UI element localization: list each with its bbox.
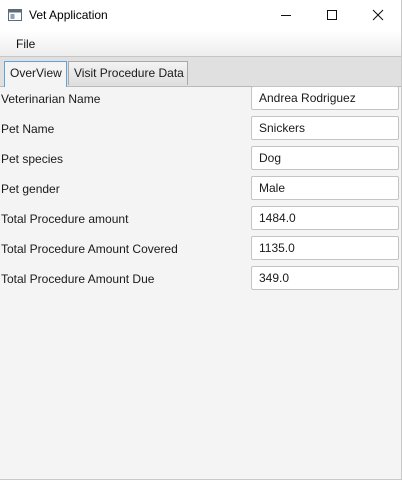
minimize-button[interactable] [263,0,309,31]
pet-species-field[interactable] [251,146,399,170]
close-icon [372,9,384,21]
pet-gender-label: Pet gender [1,182,60,196]
veterinarian-name-label: Veterinarian Name [1,92,101,106]
app-window-icon [8,9,22,21]
maximize-icon [327,10,337,20]
pet-gender-field[interactable] [251,176,399,200]
tab-overview[interactable]: OverView [4,61,67,87]
minimize-icon [281,15,291,16]
total-procedure-amount-label: Total Procedure amount [1,212,129,226]
app-window: Vet Application File OverView Visit Proc… [0,0,402,480]
total-amount-covered-label: Total Procedure Amount Covered [1,242,178,256]
tab-bar: OverView Visit Procedure Data [0,57,401,87]
total-amount-due-label: Total Procedure Amount Due [1,272,155,286]
tab-visit-procedure-data[interactable]: Visit Procedure Data [68,61,188,85]
total-amount-due-field[interactable] [251,266,399,290]
title-bar[interactable]: Vet Application [0,0,401,31]
pet-name-label: Pet Name [1,122,55,136]
close-button[interactable] [355,0,401,31]
maximize-button[interactable] [309,0,355,31]
veterinarian-name-field[interactable] [251,86,399,110]
total-procedure-amount-field[interactable] [251,206,399,230]
total-amount-covered-field[interactable] [251,236,399,260]
pet-species-label: Pet species [1,152,64,166]
pet-name-field[interactable] [251,116,399,140]
menu-file[interactable]: File [16,37,35,51]
menu-bar: File [0,31,401,57]
window-title: Vet Application [29,8,108,22]
